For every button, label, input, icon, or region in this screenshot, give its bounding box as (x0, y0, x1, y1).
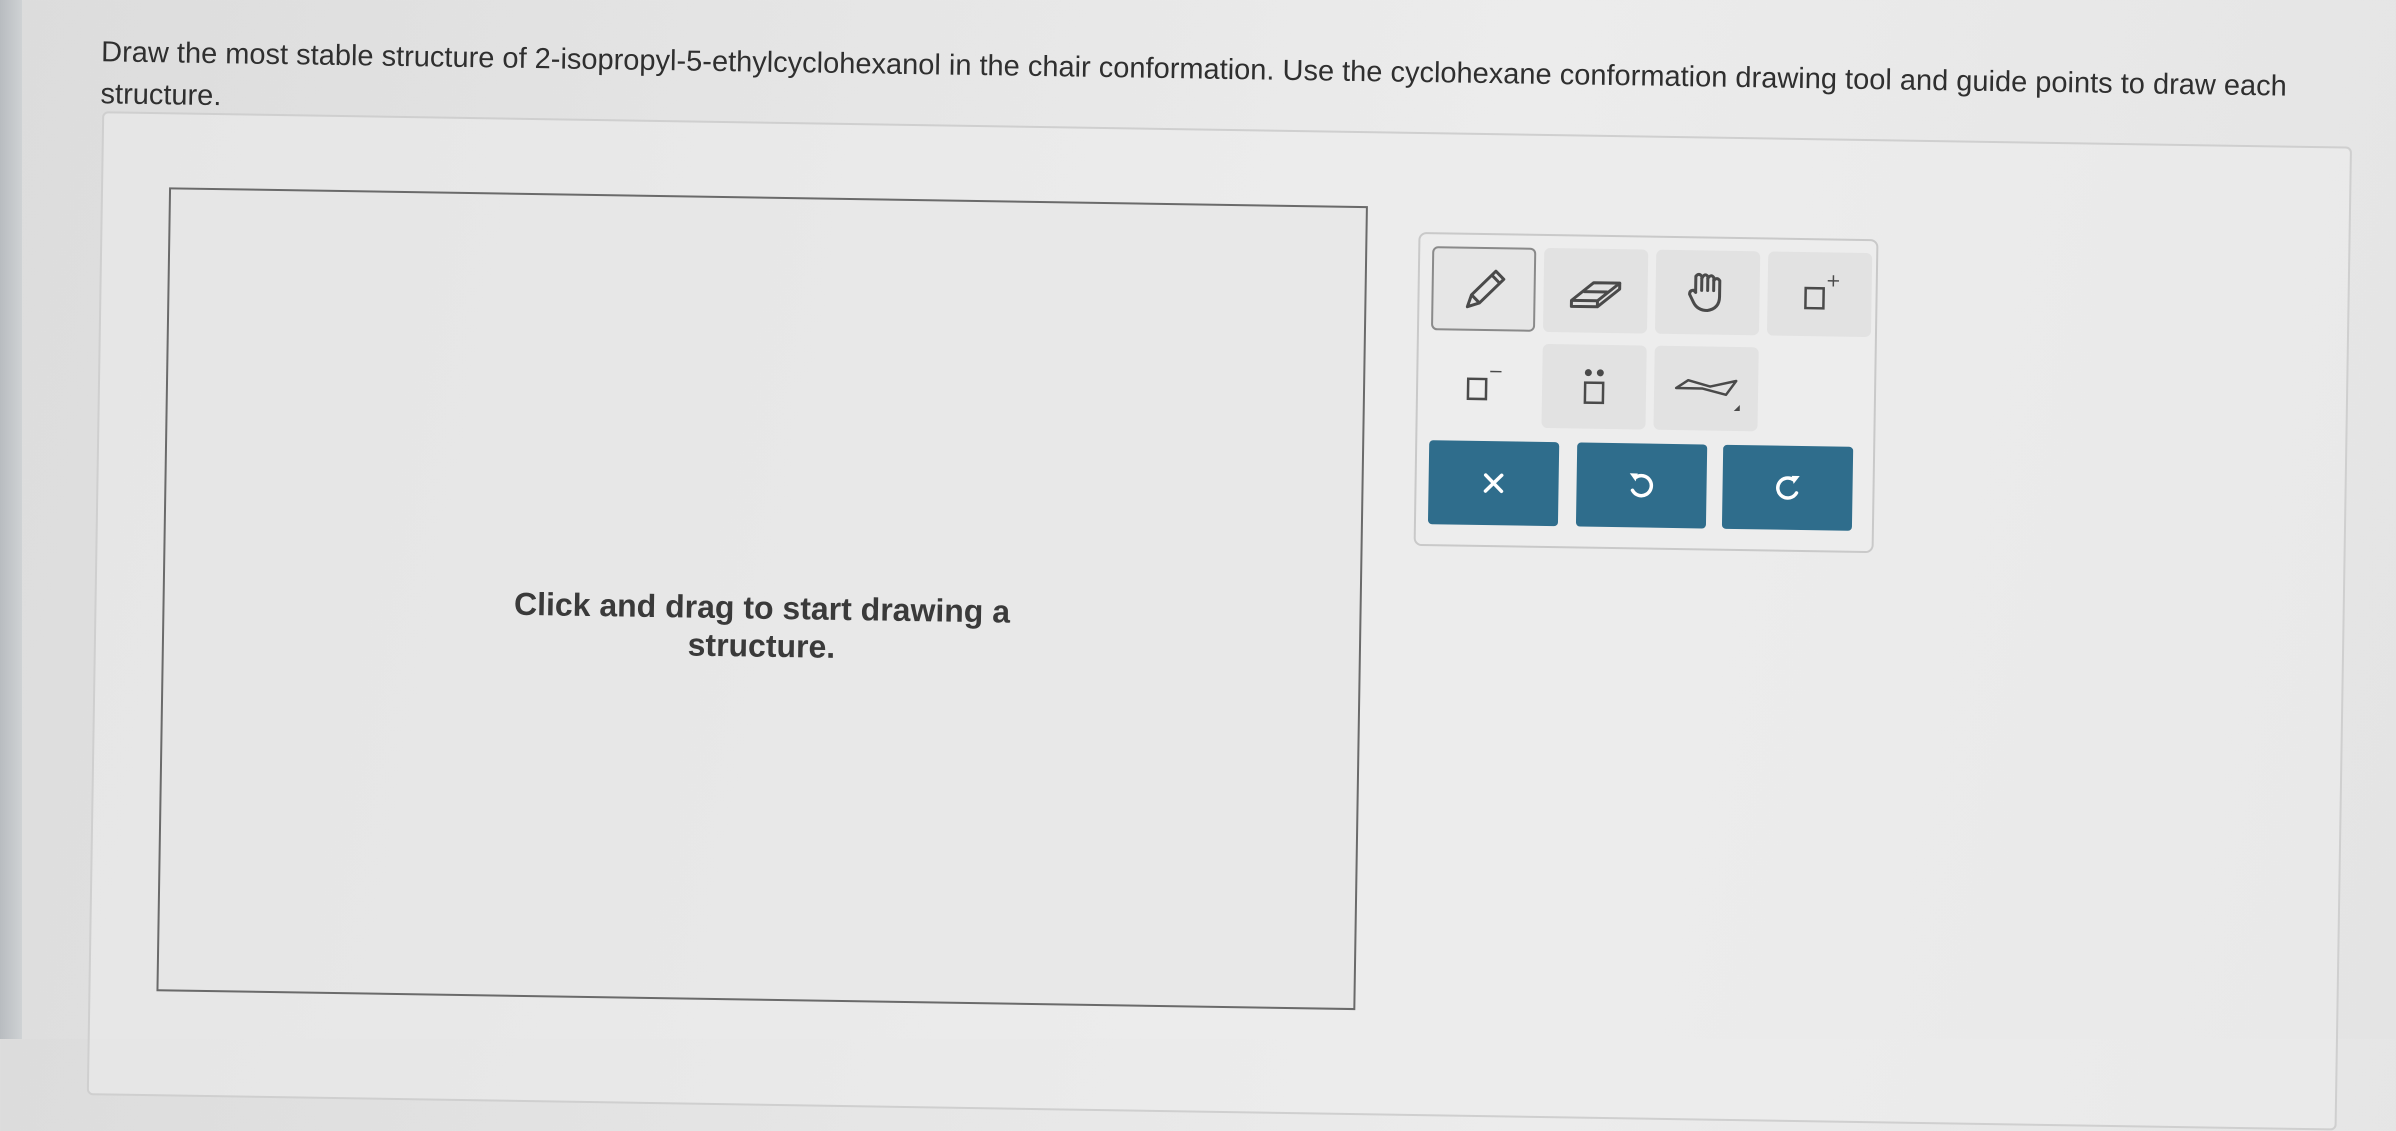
drawing-canvas[interactable]: Click and drag to start drawing a struct… (156, 187, 1368, 1011)
pencil-tool[interactable] (1430, 246, 1537, 332)
negative-charge-icon: − (1466, 361, 1504, 401)
chair-template-tool[interactable] (1653, 345, 1759, 432)
minus-glyph: − (1488, 361, 1503, 382)
redo-icon (1776, 475, 1800, 500)
clear-button[interactable] (1427, 440, 1560, 527)
negative-charge-tool[interactable]: − (1429, 342, 1534, 428)
plus-glyph: + (1826, 270, 1841, 291)
undo-icon (1629, 473, 1654, 498)
eraser-icon (1569, 281, 1622, 309)
chair-cyclohexane-icon (1674, 378, 1740, 412)
drawing-toolbar: + − (1413, 231, 1879, 554)
canvas-hint: Click and drag to start drawing a struct… (513, 585, 1011, 665)
x-icon (1483, 473, 1504, 494)
positive-charge-tool[interactable]: + (1766, 251, 1873, 338)
pencil-icon (1465, 269, 1506, 309)
redo-button[interactable] (1721, 444, 1854, 531)
undo-button[interactable] (1575, 442, 1708, 529)
hand-icon (1688, 272, 1722, 313)
positive-charge-icon: + (1804, 270, 1841, 310)
eraser-tool[interactable] (1542, 247, 1649, 334)
assignment-page: Draw the most stable structure of 2-isop… (6, 0, 2396, 1131)
lone-pair-icon (1583, 369, 1605, 405)
lone-pair-tool[interactable] (1541, 343, 1647, 430)
hand-tool[interactable] (1654, 249, 1761, 336)
